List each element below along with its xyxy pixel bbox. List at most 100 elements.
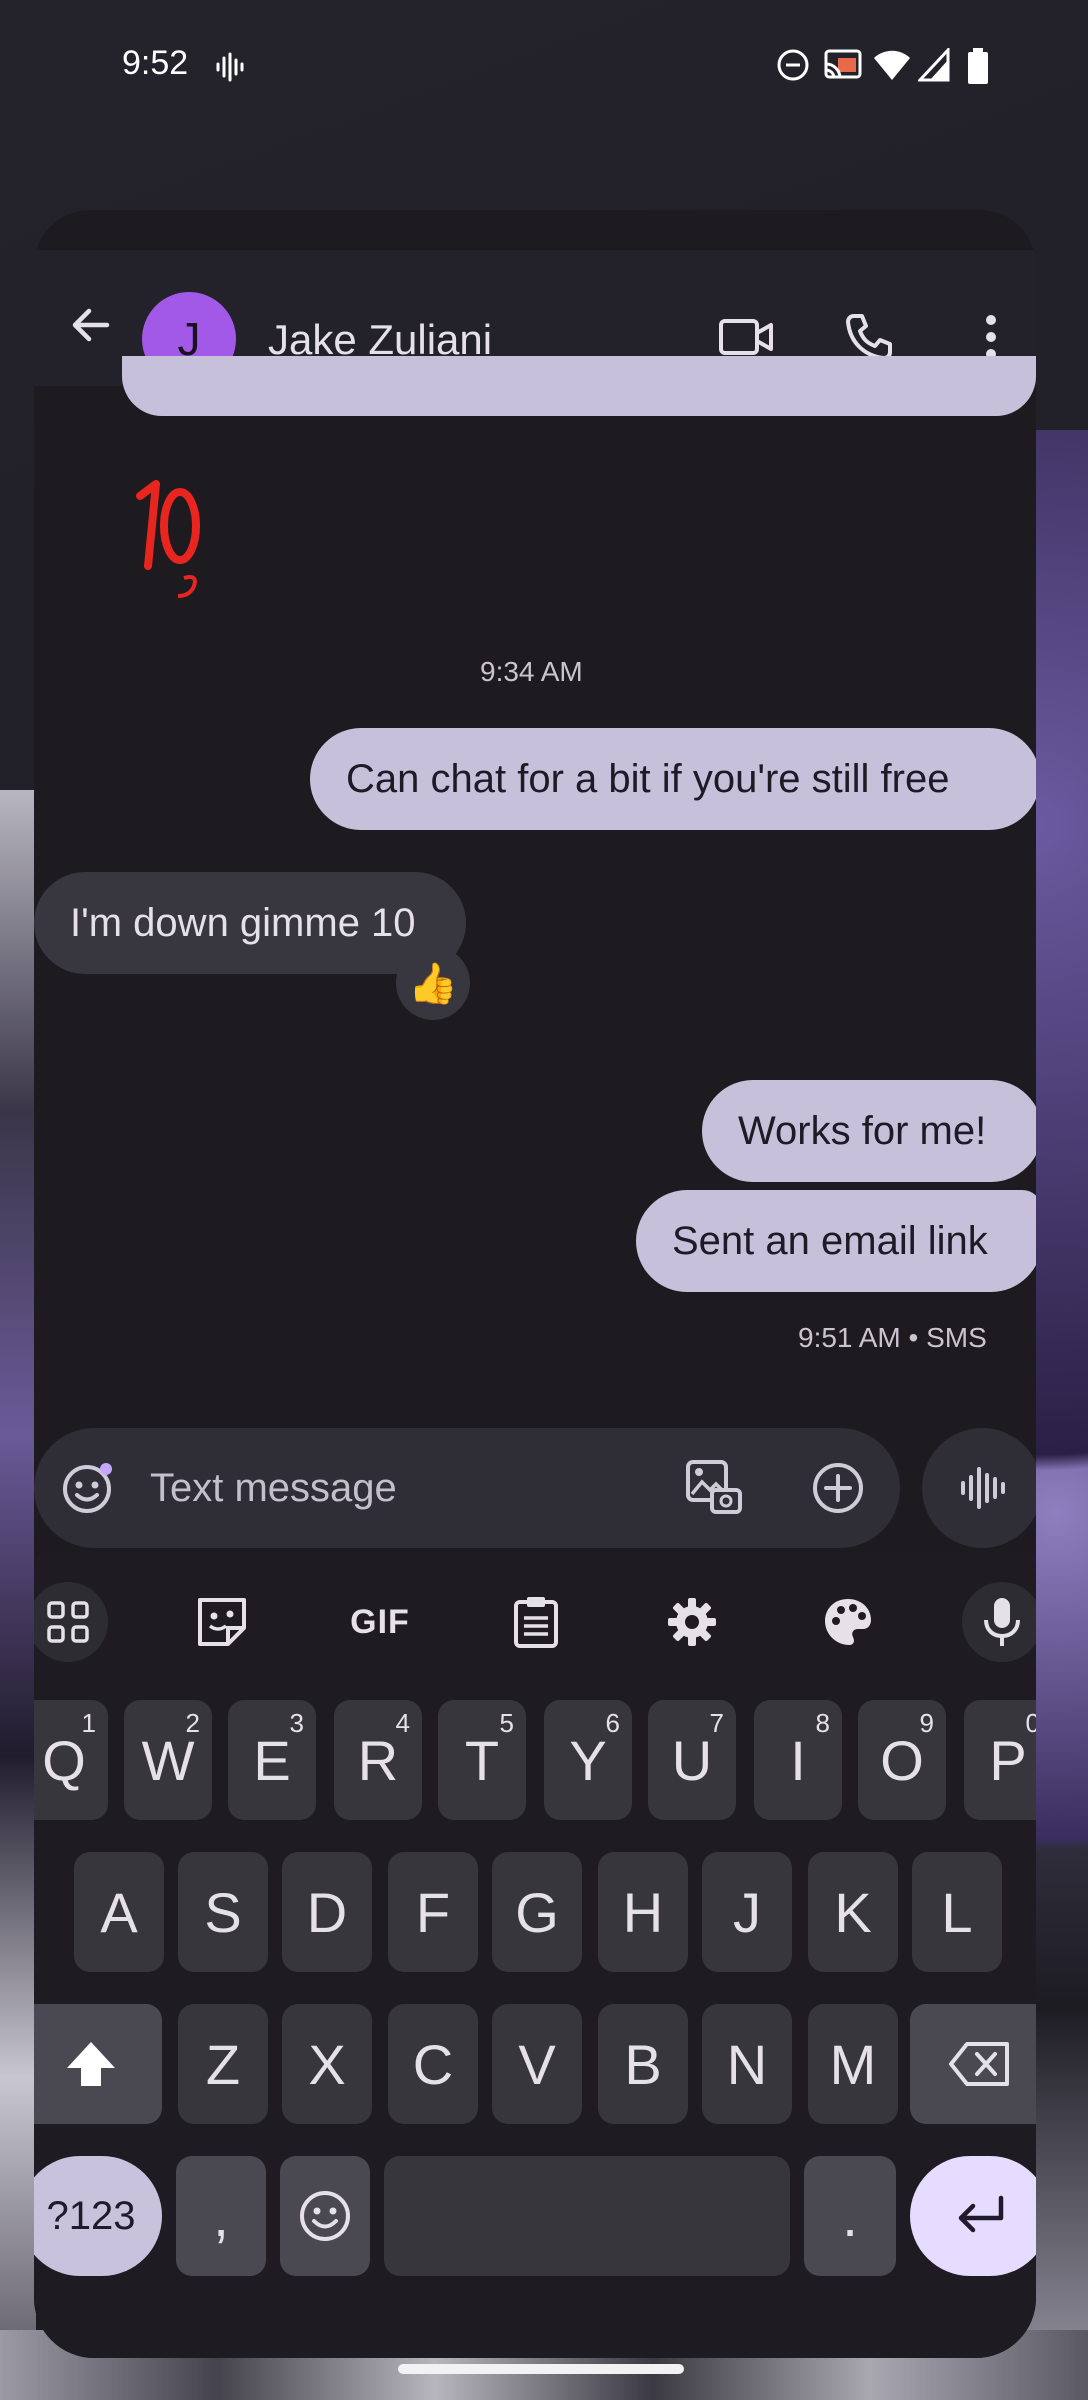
key-g[interactable]: G xyxy=(492,1852,582,1972)
emoji-key[interactable] xyxy=(280,2156,370,2276)
do-not-disturb-icon xyxy=(777,49,809,81)
back-button[interactable] xyxy=(56,290,126,360)
key-hint: 3 xyxy=(289,1708,304,1738)
previous-message-bubble-partial[interactable] xyxy=(122,356,1036,416)
key-hint: 1 xyxy=(81,1708,96,1738)
message-outgoing[interactable]: Works for me! xyxy=(702,1080,1036,1182)
cast-icon xyxy=(824,49,862,79)
key-l[interactable]: L xyxy=(912,1852,1002,1972)
key-label: Q xyxy=(42,1728,86,1792)
message-input-placeholder: Text message xyxy=(150,1466,397,1510)
key-h[interactable]: H xyxy=(598,1852,688,1972)
key-f[interactable]: F xyxy=(388,1852,478,1972)
key-i[interactable]: I8 xyxy=(754,1700,842,1820)
settings-button[interactable] xyxy=(652,1582,732,1662)
key-label: Y xyxy=(569,1728,607,1792)
sticker-10[interactable]: 10 xyxy=(122,466,242,616)
enter-key[interactable] xyxy=(910,2156,1036,2276)
key-label: T xyxy=(464,1728,500,1792)
message-incoming[interactable]: I'm down gimme 10 xyxy=(34,872,466,974)
key-w[interactable]: W2 xyxy=(124,1700,212,1820)
shift-key[interactable] xyxy=(34,2004,162,2124)
theme-button[interactable] xyxy=(808,1582,888,1662)
key-z[interactable]: Z xyxy=(178,2004,268,2124)
key-label: E xyxy=(253,1728,291,1792)
sticker-button[interactable] xyxy=(182,1582,262,1662)
gallery-button[interactable] xyxy=(682,1456,746,1520)
gif-label: GIF xyxy=(350,1602,410,1641)
space-bar[interactable] xyxy=(384,2156,790,2276)
key-hint: 0 xyxy=(1025,1708,1036,1738)
shift-arrow-icon xyxy=(67,2042,115,2086)
palette-icon xyxy=(825,1599,871,1645)
battery-icon xyxy=(968,48,988,84)
key-hint: 4 xyxy=(395,1708,410,1738)
sound-wave-icon xyxy=(216,52,244,82)
key-v[interactable]: V xyxy=(492,2004,582,2124)
sticker-icon xyxy=(198,1598,246,1646)
key-label: I xyxy=(790,1728,806,1792)
key-d[interactable]: D xyxy=(282,1852,372,1972)
status-bar: 9:52 xyxy=(0,0,1088,135)
message-status: 9:51 AM • SMS xyxy=(798,1322,987,1353)
key-n[interactable]: N xyxy=(702,2004,792,2124)
key-e[interactable]: E3 xyxy=(228,1700,316,1820)
attach-button[interactable] xyxy=(806,1456,870,1520)
thumbs-up-reaction[interactable]: 👍 xyxy=(396,946,470,1020)
messages-app-window: J Jake Zuliani 10 xyxy=(34,210,1036,2358)
message-outgoing[interactable]: Sent an email link xyxy=(636,1190,1036,1292)
phone-icon xyxy=(846,314,892,360)
gallery-camera-icon xyxy=(686,1460,742,1514)
key-r[interactable]: R4 xyxy=(334,1700,422,1820)
cell-signal-icon xyxy=(918,48,950,82)
key-u[interactable]: U7 xyxy=(648,1700,736,1820)
key-k[interactable]: K xyxy=(808,1852,898,1972)
voice-typing-button[interactable] xyxy=(962,1582,1036,1662)
key-j[interactable]: J xyxy=(702,1852,792,1972)
emoji-sticker-icon xyxy=(63,1463,112,1513)
message-list[interactable]: 10 9:34 AM Can chat for a bit if you're … xyxy=(34,356,1036,1416)
key-a[interactable]: A xyxy=(74,1852,164,1972)
key-hint: 6 xyxy=(605,1708,620,1738)
audio-wave-icon xyxy=(961,1467,1005,1509)
key-b[interactable]: B xyxy=(598,2004,688,2124)
clipboard-icon xyxy=(514,1597,558,1648)
key-hint: 8 xyxy=(815,1708,830,1738)
backspace-key[interactable] xyxy=(910,2004,1036,2124)
message-input[interactable]: Text message xyxy=(34,1428,900,1548)
key-q[interactable]: Q1 xyxy=(34,1700,108,1820)
key-o[interactable]: O9 xyxy=(858,1700,946,1820)
red-ten-sticker-icon xyxy=(136,480,200,598)
keyboard: G I F Q 1 W 2 E 3 R 4 T 5 Y 6 U 7 I 8 O 9 … xyxy=(34,1556,1036,2358)
keyboard-apps-button[interactable] xyxy=(34,1582,108,1662)
gif-button[interactable]: GIF xyxy=(340,1582,420,1662)
key-y[interactable]: Y6 xyxy=(544,1700,632,1820)
video-camera-icon xyxy=(719,319,773,355)
more-vertical-icon xyxy=(986,315,996,359)
key-m[interactable]: M xyxy=(808,2004,898,2124)
key-t[interactable]: T5 xyxy=(438,1700,526,1820)
emoji-picker-button[interactable] xyxy=(56,1456,120,1520)
compose-bar: Text message xyxy=(34,1416,1036,1556)
symbols-key[interactable]: ?123 xyxy=(34,2156,162,2276)
grid-apps-icon xyxy=(47,1601,89,1643)
comma-key[interactable]: , xyxy=(176,2156,266,2276)
wifi-icon xyxy=(874,50,910,80)
key-label: O xyxy=(880,1728,924,1792)
key-c[interactable]: C xyxy=(388,2004,478,2124)
key-label: R xyxy=(357,1728,399,1792)
key-p[interactable]: P0 xyxy=(964,1700,1036,1820)
gesture-navigation-bar[interactable] xyxy=(398,2364,684,2374)
key-x[interactable]: X xyxy=(282,2004,372,2124)
key-hint: 5 xyxy=(499,1708,514,1738)
period-key[interactable]: . xyxy=(804,2156,896,2276)
clipboard-button[interactable] xyxy=(496,1582,576,1662)
smiley-icon xyxy=(300,2191,350,2241)
key-label: P xyxy=(989,1728,1027,1792)
key-label: U xyxy=(671,1728,713,1792)
voice-message-button[interactable] xyxy=(922,1428,1036,1548)
message-outgoing[interactable]: Can chat for a bit if you're still free xyxy=(310,728,1036,830)
add-circle-icon xyxy=(813,1463,863,1513)
key-s[interactable]: S xyxy=(178,1852,268,1972)
wallpaper-crystal-left xyxy=(0,790,36,2400)
